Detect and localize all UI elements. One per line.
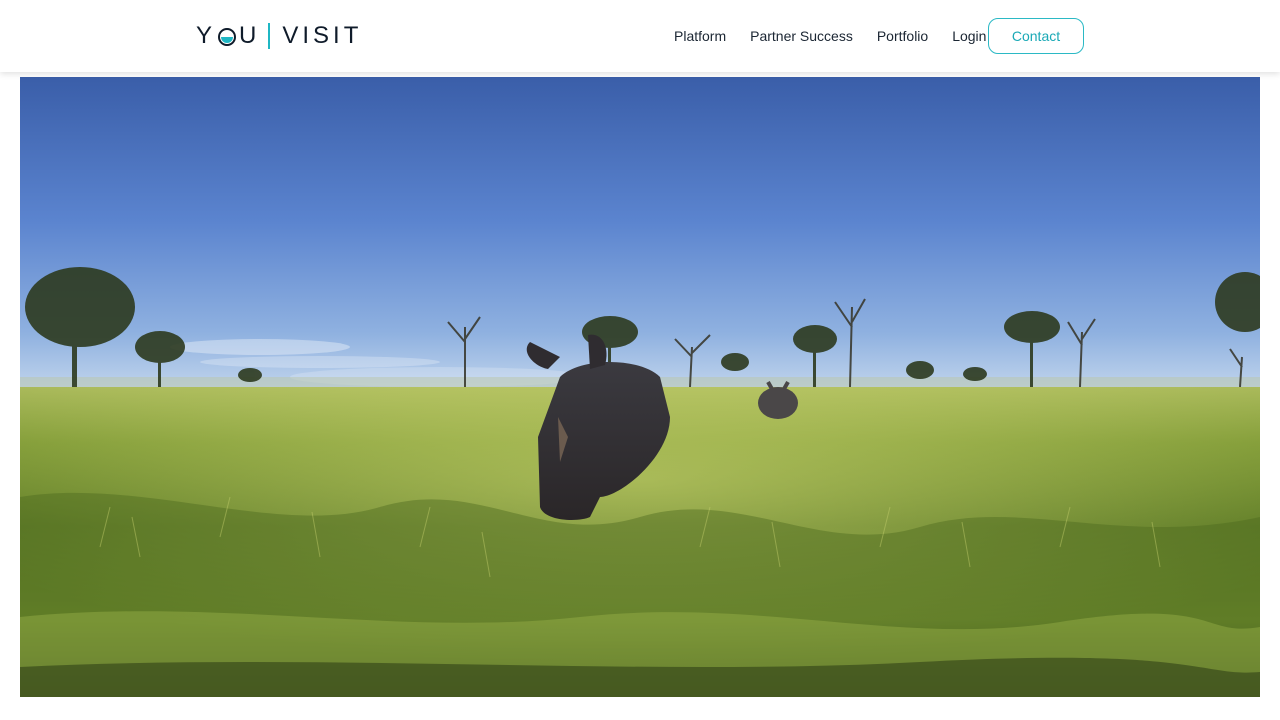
youvisit-logo[interactable]: Y U VISIT [196, 22, 362, 50]
main-nav: Platform Partner Success Portfolio Login [662, 18, 998, 54]
contact-button[interactable]: Contact [988, 18, 1084, 54]
logo-o-mark-icon [218, 28, 237, 46]
logo-letter-y: Y [196, 22, 217, 49]
hero-panorama[interactable] [20, 77, 1260, 697]
logo-you: Y U [196, 22, 260, 50]
nav-partner-success[interactable]: Partner Success [738, 28, 865, 44]
hero-image [20, 77, 1260, 697]
nav-portfolio[interactable]: Portfolio [865, 28, 940, 44]
logo-visit: VISIT [282, 22, 363, 49]
nav-platform[interactable]: Platform [662, 28, 738, 44]
logo-divider [268, 23, 271, 49]
site-header: Y U VISIT Platform Partner Success Portf… [0, 0, 1280, 72]
logo-letter-u: U [239, 22, 261, 49]
